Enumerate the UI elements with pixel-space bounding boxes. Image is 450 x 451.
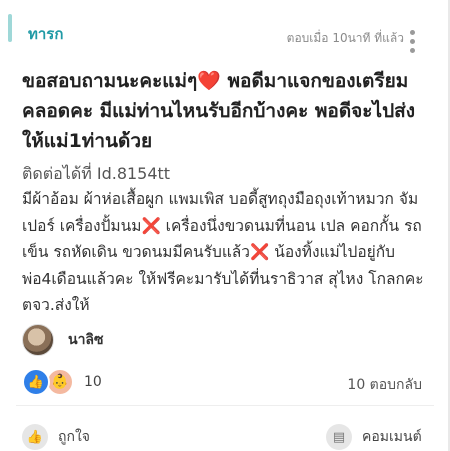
category-tag[interactable]: ทารก bbox=[28, 22, 63, 46]
post-timestamp: ตอบเมื่อ 10นาที ที่แล้ว bbox=[286, 31, 404, 45]
author-name[interactable]: นาลิซ bbox=[68, 329, 104, 351]
comment-label: คอมเมนต์ bbox=[362, 429, 422, 445]
reaction-summary[interactable]: 👍 👶 10 bbox=[22, 368, 102, 396]
post-body: มีผ้าอ้อม ผ้าห่อเสื้อผูก แพมเพิส บอดี้สู… bbox=[22, 186, 442, 319]
thumbs-up-icon: 👍 bbox=[22, 424, 48, 450]
divider bbox=[16, 405, 434, 406]
reaction-count: 10 bbox=[84, 374, 102, 390]
post-card: ทารก ตอบเมื่อ 10นาที ที่แล้ว ขอสอบถามนะค… bbox=[0, 0, 450, 451]
cross-mark-icon: ❌ bbox=[141, 216, 161, 235]
like-button[interactable]: 👍 ถูกใจ bbox=[22, 424, 90, 450]
baby-face-icon: 👶 bbox=[46, 368, 74, 396]
comment-button[interactable]: ▤ คอมเมนต์ bbox=[326, 424, 422, 450]
thumbs-up-icon: 👍 bbox=[22, 368, 50, 396]
more-options-icon[interactable] bbox=[410, 30, 416, 54]
cross-mark-icon: ❌ bbox=[250, 243, 270, 261]
tag-accent-bar bbox=[8, 14, 12, 42]
author[interactable]: นาลิซ bbox=[22, 324, 104, 356]
heart-icon: ❤️ bbox=[197, 70, 221, 92]
comment-icon: ▤ bbox=[326, 424, 352, 450]
post-contact: ติดต่อได้ที่ Id.8154tt bbox=[22, 164, 171, 183]
like-label: ถูกใจ bbox=[58, 429, 90, 445]
title-text: ขอสอบถามนะคะแม่ๆ bbox=[22, 70, 198, 92]
post-title: ขอสอบถามนะคะแม่ๆ❤️ พอดีมาแจกของเตรียมคลอ… bbox=[22, 66, 432, 156]
reply-count[interactable]: 10 ตอบกลับ bbox=[347, 374, 422, 396]
avatar[interactable] bbox=[22, 324, 54, 356]
